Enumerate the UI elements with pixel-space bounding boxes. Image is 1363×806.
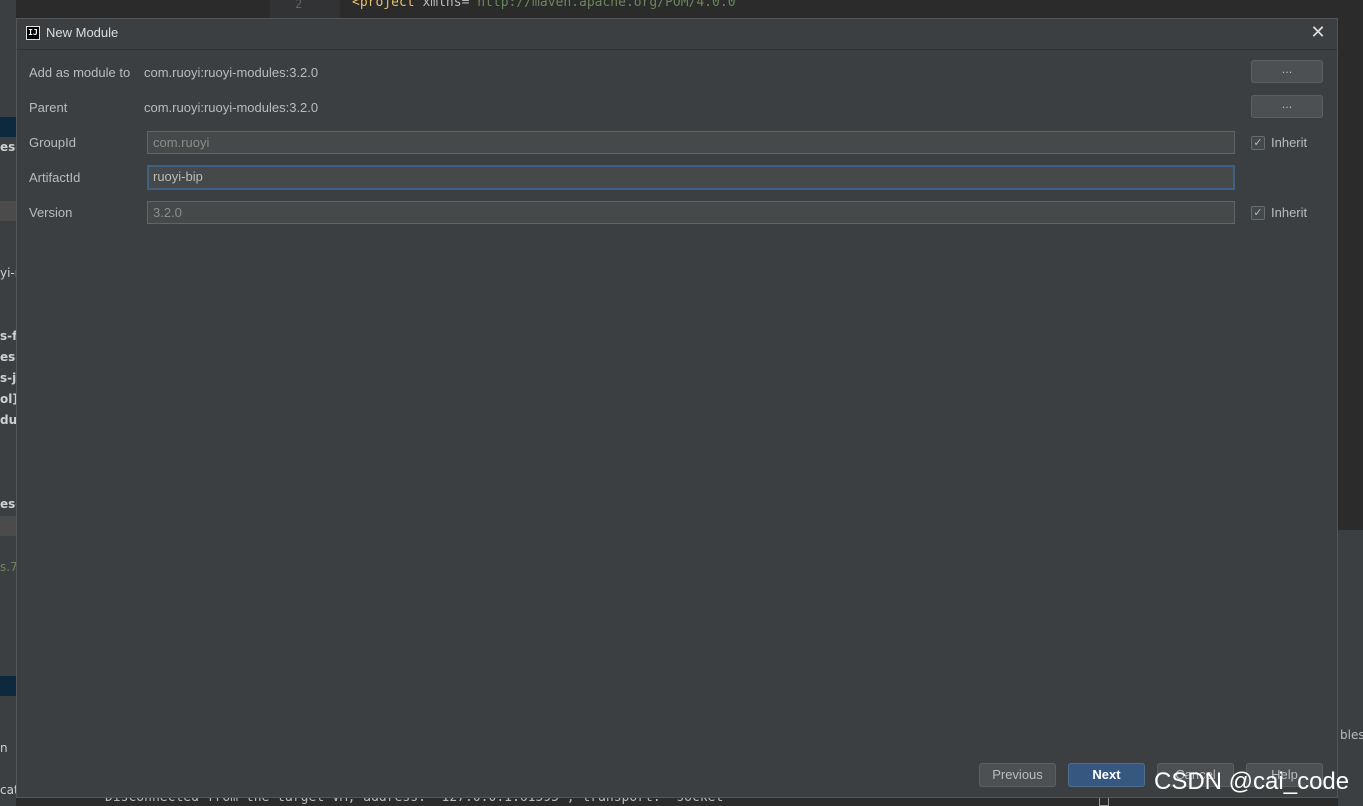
tree-selection [0,676,16,696]
tree-fragment[interactable]: s.7z [0,560,16,574]
csdn-watermark: CSDN @cai_code [1154,768,1350,795]
tree-fragment[interactable]: s-j [0,371,16,385]
project-tool-window: es- yi-r s-f es- s-j ol] dul es-x s.7z n… [0,0,16,806]
group-id-label: GroupId [29,135,76,150]
dialog-titlebar[interactable]: IJ New Module ✕ [17,19,1337,50]
tree-selection [0,117,16,137]
tree-fragment[interactable]: es- [0,140,16,154]
parent-label: Parent [29,100,68,115]
code-tag: <project [352,0,423,10]
tree-fragment[interactable]: es-x [0,497,16,511]
dialog-title: New Module [46,25,119,40]
parent-browse-button[interactable]: ... [1251,95,1323,118]
close-icon[interactable]: ✕ [1307,22,1329,44]
artifact-id-label: ArtifactId [29,170,81,185]
intellij-app-icon: IJ [26,26,40,40]
tree-fragment[interactable]: ol] [0,392,16,406]
right-tool-window: bles [1338,530,1363,806]
tree-fragment[interactable]: cati [0,783,16,797]
tree-fragment[interactable]: dul [0,413,16,427]
add-as-module-label: Add as module to [29,65,131,80]
artifact-id-field[interactable]: ruoyi-bip [147,165,1235,190]
tree-highlight [0,201,16,221]
group-id-inherit-label: Inherit [1271,135,1308,150]
parent-value: com.ruoyi:ruoyi-modules:3.2.0 [144,100,319,115]
line-number: 2 [295,0,303,11]
editor-gutter: 2 [270,0,340,18]
new-module-dialog: IJ New Module ✕ Add as module to com.ruo… [16,18,1338,798]
version-inherit-label: Inherit [1271,205,1308,220]
checkbox-check-icon[interactable]: ✓ [1251,136,1265,150]
right-fragment: bles [1340,728,1363,742]
code-string: "http://maven.apache.org/POM/4.0.0" [469,0,744,10]
add-as-module-browse-button[interactable]: ... [1251,60,1323,83]
next-button[interactable]: Next [1068,763,1145,787]
checkbox-check-icon[interactable]: ✓ [1251,206,1265,220]
tree-fragment[interactable]: yi-r [0,266,16,280]
tree-highlight [0,516,16,536]
group-id-field[interactable]: com.ruoyi [147,131,1235,154]
add-as-module-value: com.ruoyi:ruoyi-modules:3.2.0 [144,65,319,80]
version-label: Version [29,205,73,220]
code-attr: xmlns= [422,0,470,10]
previous-button[interactable]: Previous [979,763,1056,787]
editor-code-line[interactable]: <project xmlns="http://maven.apache.org/… [352,0,743,10]
tree-fragment[interactable]: s-f [0,329,16,343]
version-field[interactable]: 3.2.0 [147,201,1235,224]
tree-fragment[interactable]: n [0,741,8,755]
tree-fragment[interactable]: es- [0,350,16,364]
